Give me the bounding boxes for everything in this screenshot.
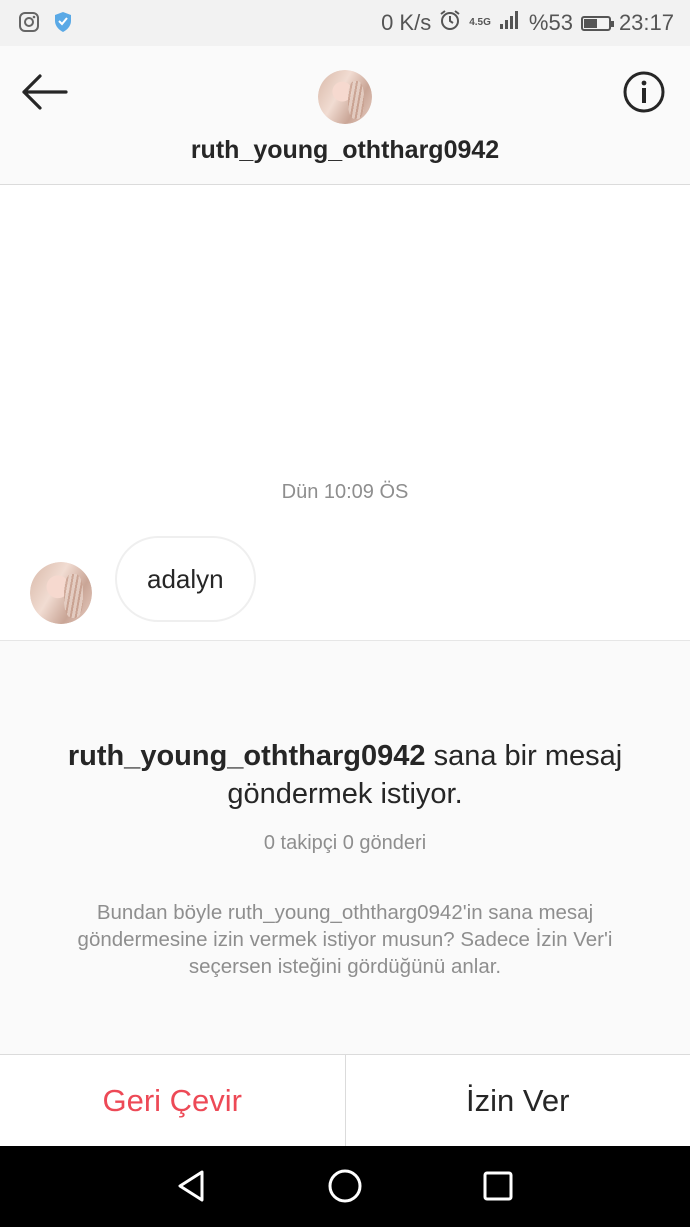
net-speed: 0 K/s — [381, 10, 432, 35]
system-nav-bar — [0, 1146, 690, 1227]
battery-percent: %53 — [528, 10, 573, 35]
battery-fill — [583, 18, 597, 28]
signal-icon — [499, 10, 521, 36]
status-bar-left — [18, 11, 72, 38]
avatar — [318, 70, 372, 124]
instagram-icon — [18, 11, 40, 38]
accept-button[interactable]: İzin Ver — [346, 1055, 690, 1147]
header-username[interactable]: ruth_young_oththarg0942 — [0, 136, 690, 165]
message-timestamp: Dün 10:09 ÖS — [281, 481, 409, 503]
request-description: Bundan böyle ruth_young_oththarg0942'in … — [77, 901, 613, 978]
back-triangle-icon[interactable] — [172, 1166, 212, 1206]
chat-header: ruth_young_oththarg0942 — [0, 46, 690, 185]
status-bar: 0 K/s 4.5G %53 23:17 — [0, 0, 690, 46]
info-icon[interactable] — [622, 70, 666, 114]
shield-icon — [54, 11, 72, 38]
decline-button[interactable]: Geri Çevir — [0, 1055, 346, 1147]
request-username[interactable]: ruth_young_oththarg0942 — [68, 740, 426, 772]
request-actions: Geri Çevir İzin Ver — [0, 1054, 690, 1147]
message-request-panel: ruth_young_oththarg0942 sana bir mesaj g… — [0, 640, 690, 1055]
home-circle-icon[interactable] — [325, 1166, 365, 1206]
avatar — [30, 562, 92, 624]
battery-icon — [580, 15, 614, 31]
request-stats: 0 takipçi 0 gönderi — [263, 832, 427, 854]
recents-square-icon[interactable] — [478, 1166, 518, 1206]
message-bubble[interactable]: adalyn — [115, 536, 256, 622]
header-avatar[interactable] — [318, 70, 372, 124]
back-arrow-icon[interactable] — [20, 72, 70, 112]
status-bar-right: 0 K/s 4.5G %53 23:17 — [381, 9, 674, 37]
clock: 23:17 — [618, 10, 674, 35]
request-title: ruth_young_oththarg0942 sana bir mesaj g… — [60, 737, 630, 813]
sender-avatar[interactable] — [30, 562, 92, 624]
alarm-icon — [439, 9, 461, 37]
network-type: 4.5G — [469, 17, 491, 28]
